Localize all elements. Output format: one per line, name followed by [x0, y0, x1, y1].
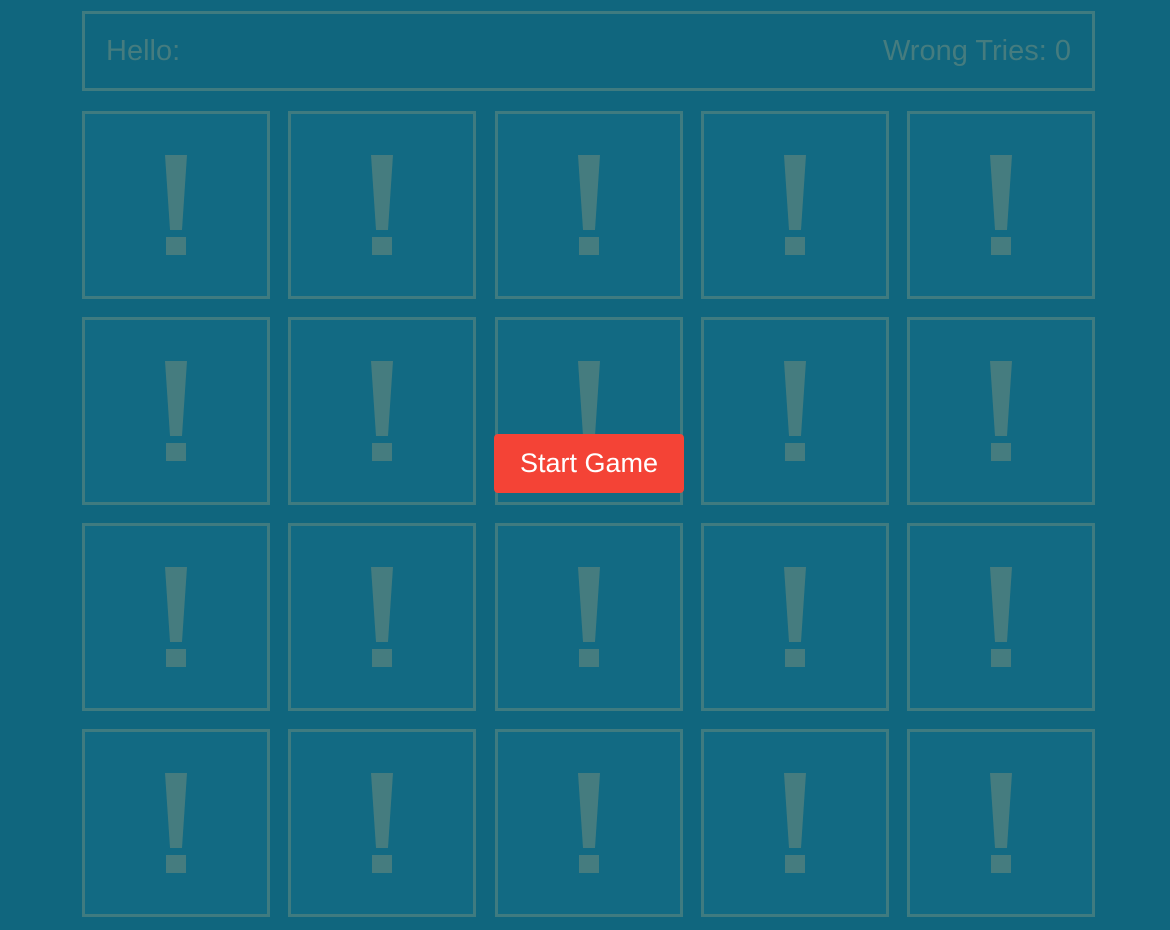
status-bar: Hello: Wrong Tries: 0 — [82, 11, 1095, 91]
start-game-button[interactable]: Start Game — [494, 434, 684, 493]
card-tile[interactable] — [494, 729, 683, 917]
card-tile[interactable] — [288, 729, 477, 917]
exclamation-icon — [783, 155, 806, 255]
exclamation-icon — [783, 361, 806, 461]
exclamation-icon — [371, 361, 394, 461]
card-tile[interactable] — [494, 523, 683, 711]
card-tile[interactable] — [907, 317, 1095, 505]
card-tile[interactable] — [288, 111, 477, 299]
exclamation-icon — [165, 155, 187, 255]
exclamation-icon — [990, 773, 1012, 873]
exclamation-icon — [165, 567, 187, 667]
card-tile[interactable] — [494, 111, 683, 299]
card-tile[interactable] — [907, 111, 1095, 299]
player-greeting: Hello: — [106, 34, 181, 67]
card-grid — [82, 111, 1095, 917]
card-tile[interactable] — [82, 111, 270, 299]
exclamation-icon — [990, 361, 1012, 461]
card-tile[interactable] — [82, 729, 270, 917]
exclamation-icon — [371, 567, 394, 667]
card-tile[interactable] — [907, 523, 1095, 711]
exclamation-icon — [165, 361, 187, 461]
card-tile[interactable] — [288, 317, 477, 505]
exclamation-icon — [783, 773, 806, 873]
card-tile[interactable] — [82, 523, 270, 711]
exclamation-icon — [783, 567, 806, 667]
exclamation-icon — [371, 155, 394, 255]
exclamation-icon — [990, 567, 1012, 667]
card-tile[interactable] — [700, 729, 889, 917]
exclamation-icon — [577, 773, 600, 873]
exclamation-icon — [165, 773, 187, 873]
card-tile[interactable] — [82, 317, 270, 505]
exclamation-icon — [371, 773, 394, 873]
card-tile[interactable] — [700, 111, 889, 299]
card-tile[interactable] — [700, 523, 889, 711]
exclamation-icon — [577, 155, 600, 255]
exclamation-icon — [577, 567, 600, 667]
wrong-tries-counter: Wrong Tries: 0 — [882, 34, 1071, 67]
exclamation-icon — [990, 155, 1012, 255]
card-tile[interactable] — [907, 729, 1095, 917]
card-tile[interactable] — [700, 317, 889, 505]
card-tile[interactable] — [288, 523, 477, 711]
